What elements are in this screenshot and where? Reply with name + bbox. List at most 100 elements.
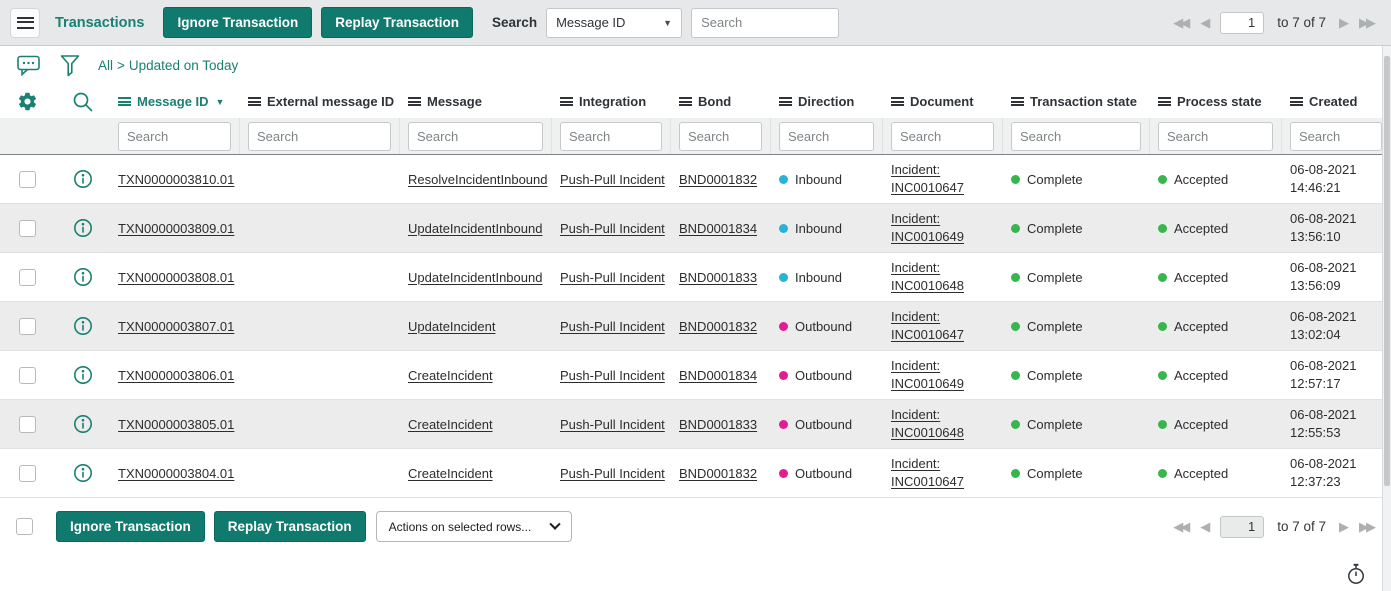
info-icon[interactable] (73, 267, 93, 287)
page-number-input[interactable] (1220, 12, 1264, 34)
page-number-input[interactable] (1220, 516, 1264, 538)
vertical-scrollbar[interactable] (1382, 46, 1391, 591)
message-link[interactable]: UpdateIncident (408, 319, 495, 334)
document-link[interactable]: Incident:INC0010648 (891, 259, 964, 294)
column-header-process_state[interactable]: Process state (1150, 94, 1282, 109)
filter-input-external_message_id[interactable] (248, 122, 391, 151)
filter-input-created[interactable] (1290, 122, 1382, 151)
replay-transaction-button[interactable]: Replay Transaction (321, 7, 473, 38)
prev-page-icon[interactable]: ◀ (1200, 15, 1207, 31)
message-id-link[interactable]: TXN0000003807.01 (118, 319, 234, 334)
row-checkbox[interactable] (19, 318, 36, 335)
message-link[interactable]: ResolveIncidentInbound (408, 172, 548, 187)
actions-on-selected-rows-select[interactable]: Actions on selected rows... (376, 511, 572, 542)
search-field-select[interactable]: Message ID ▼ (546, 8, 682, 38)
message-link[interactable]: CreateIncident (408, 368, 493, 383)
column-header-message[interactable]: Message (400, 94, 552, 109)
breadcrumb-all-link[interactable]: All (98, 58, 113, 73)
document-link[interactable]: Incident:INC0010647 (891, 308, 964, 343)
bond-link[interactable]: BND0001832 (679, 466, 757, 481)
integration-link[interactable]: Push-Pull Incident (560, 270, 665, 285)
last-page-icon[interactable]: ▶▶ (1359, 519, 1373, 535)
column-header-bond[interactable]: Bond (671, 94, 771, 109)
next-page-icon[interactable]: ▶ (1339, 15, 1346, 31)
filter-input-document[interactable] (891, 122, 994, 151)
breadcrumb-filter-link[interactable]: Updated on Today (129, 58, 238, 73)
info-icon[interactable] (73, 365, 93, 385)
document-link[interactable]: Incident:INC0010649 (891, 210, 964, 245)
next-page-icon[interactable]: ▶ (1339, 519, 1346, 535)
document-link[interactable]: Incident:INC0010649 (891, 357, 964, 392)
bond-link[interactable]: BND0001832 (679, 172, 757, 187)
message-id-link[interactable]: TXN0000003809.01 (118, 221, 234, 236)
search-input[interactable] (691, 8, 839, 38)
row-checkbox[interactable] (19, 416, 36, 433)
ignore-transaction-button[interactable]: Ignore Transaction (163, 7, 312, 38)
filter-input-transaction_state[interactable] (1011, 122, 1141, 151)
bond-link[interactable]: BND0001834 (679, 221, 757, 236)
first-page-icon[interactable]: ◀◀ (1173, 519, 1187, 535)
transaction-row: TXN0000003807.01 UpdateIncident Push-Pull … (0, 302, 1391, 351)
filter-input-message_id[interactable] (118, 122, 231, 151)
column-header-created[interactable]: Created (1282, 94, 1391, 109)
bond-link[interactable]: BND0001833 (679, 417, 757, 432)
row-checkbox[interactable] (19, 465, 36, 482)
info-icon[interactable] (73, 316, 93, 336)
row-checkbox[interactable] (19, 367, 36, 384)
filter-input-message[interactable] (408, 122, 543, 151)
info-icon[interactable] (73, 414, 93, 434)
menu-button[interactable] (10, 8, 40, 38)
message-link[interactable]: UpdateIncidentInbound (408, 270, 542, 285)
document-link[interactable]: Incident:INC0010647 (891, 455, 964, 490)
row-checkbox[interactable] (19, 269, 36, 286)
document-link[interactable]: Incident:INC0010647 (891, 161, 964, 196)
integration-link[interactable]: Push-Pull Incident (560, 466, 665, 481)
filter-input-process_state[interactable] (1158, 122, 1273, 151)
integration-link[interactable]: Push-Pull Incident (560, 368, 665, 383)
column-header-integration[interactable]: Integration (552, 94, 671, 109)
first-page-icon[interactable]: ◀◀ (1173, 15, 1187, 31)
scrollbar-thumb[interactable] (1384, 56, 1390, 486)
document-link[interactable]: Incident:INC0010648 (891, 406, 964, 441)
message-id-link[interactable]: TXN0000003804.01 (118, 466, 234, 481)
select-all-checkbox[interactable] (16, 518, 33, 535)
last-page-icon[interactable]: ▶▶ (1359, 15, 1373, 31)
footer-ignore-transaction-button[interactable]: Ignore Transaction (56, 511, 205, 542)
integration-link[interactable]: Push-Pull Incident (560, 221, 665, 236)
integration-link[interactable]: Push-Pull Incident (560, 319, 665, 334)
response-time-icon[interactable] (1345, 563, 1367, 588)
message-id-link[interactable]: TXN0000003806.01 (118, 368, 234, 383)
row-checkbox[interactable] (19, 171, 36, 188)
column-header-transaction_state[interactable]: Transaction state (1003, 94, 1150, 109)
page-title[interactable]: Transactions (55, 15, 144, 31)
info-icon[interactable] (73, 169, 93, 189)
message-id-link[interactable]: TXN0000003808.01 (118, 270, 234, 285)
filter-icon[interactable] (59, 54, 81, 78)
row-checkbox[interactable] (19, 220, 36, 237)
message-link[interactable]: CreateIncident (408, 417, 493, 432)
message-id-link[interactable]: TXN0000003805.01 (118, 417, 234, 432)
message-link[interactable]: CreateIncident (408, 466, 493, 481)
prev-page-icon[interactable]: ◀ (1200, 519, 1207, 535)
column-header-message_id[interactable]: Message ID▼ (110, 94, 240, 109)
bond-link[interactable]: BND0001833 (679, 270, 757, 285)
info-icon[interactable] (73, 218, 93, 238)
integration-link[interactable]: Push-Pull Incident (560, 172, 665, 187)
filter-input-direction[interactable] (779, 122, 874, 151)
bond-link[interactable]: BND0001834 (679, 368, 757, 383)
search-icon[interactable] (72, 91, 94, 113)
gear-icon[interactable] (17, 91, 38, 112)
filter-input-bond[interactable] (679, 122, 762, 151)
footer-replay-transaction-button[interactable]: Replay Transaction (214, 511, 366, 542)
integration-link[interactable]: Push-Pull Incident (560, 417, 665, 432)
bond-link[interactable]: BND0001832 (679, 319, 757, 334)
direction-label: Inbound (795, 270, 842, 285)
message-id-link[interactable]: TXN0000003810.01 (118, 172, 234, 187)
column-header-direction[interactable]: Direction (771, 94, 883, 109)
message-link[interactable]: UpdateIncidentInbound (408, 221, 542, 236)
filter-input-integration[interactable] (560, 122, 662, 151)
column-header-document[interactable]: Document (883, 94, 1003, 109)
column-header-external_message_id[interactable]: External message ID (240, 94, 400, 109)
chat-icon[interactable] (16, 55, 40, 76)
info-icon[interactable] (73, 463, 93, 483)
